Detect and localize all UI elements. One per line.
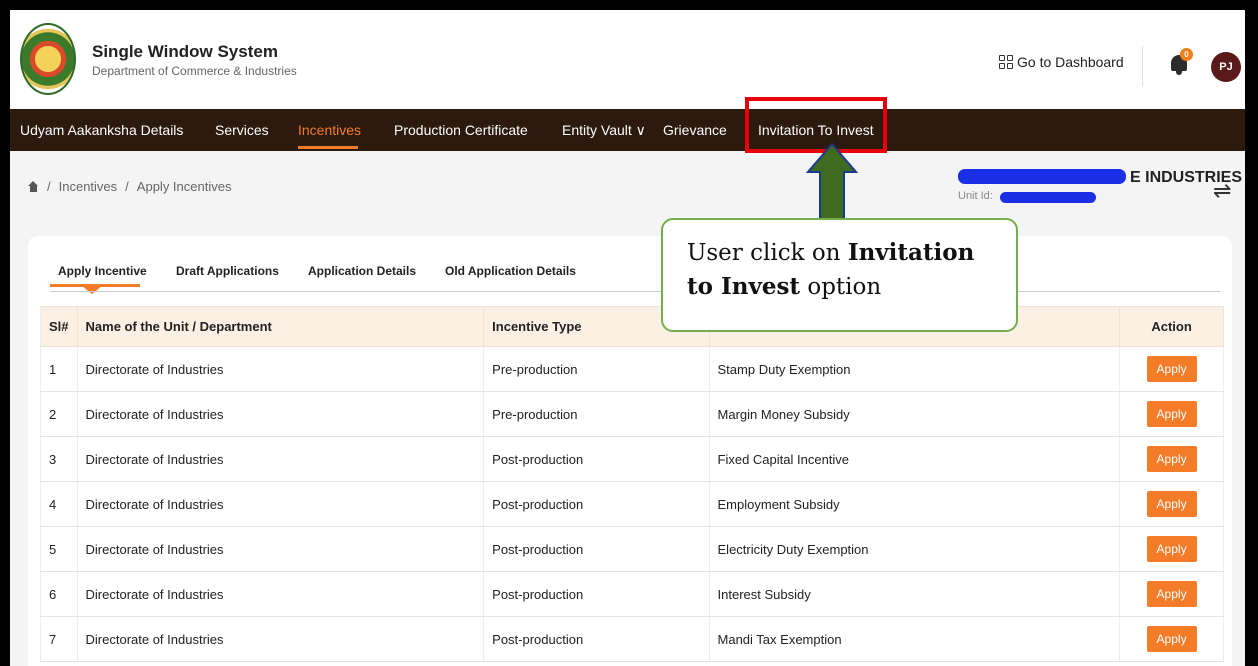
breadcrumb-apply-incentives: Apply Incentives <box>136 179 232 194</box>
notification-bell-icon[interactable]: 0 <box>1168 48 1193 78</box>
nav-grievance[interactable]: Grievance <box>663 122 727 138</box>
cell-sl: 5 <box>40 526 78 572</box>
cell-incentive-name: Margin Money Subsidy <box>709 391 1121 437</box>
main-nav: Udyam Aakanksha Details Services Incenti… <box>10 109 1245 151</box>
cell-action: Apply <box>1119 526 1224 572</box>
cell-action: Apply <box>1119 436 1224 482</box>
cell-incentive-name: Fixed Capital Incentive <box>709 436 1121 482</box>
apply-button[interactable]: Apply <box>1146 446 1197 472</box>
cell-action: Apply <box>1119 571 1224 617</box>
table-header-row: Sl# Name of the Unit / Department Incent… <box>40 306 1224 347</box>
cell-unit: Directorate of Industries <box>77 571 485 617</box>
cell-incentive-type: Post-production <box>483 481 710 527</box>
cell-incentive-name: Mandi Tax Exemption <box>709 616 1121 662</box>
browser-frame: Single Window System Department of Comme… <box>10 10 1245 666</box>
apply-button[interactable]: Apply <box>1146 491 1197 517</box>
cell-sl: 3 <box>40 436 78 482</box>
col-sl: Sl# <box>40 306 78 347</box>
dashboard-link-label: Go to Dashboard <box>1017 54 1124 70</box>
cell-incentive-type: Post-production <box>483 526 710 572</box>
cell-sl: 7 <box>40 616 78 662</box>
apply-button[interactable]: Apply <box>1146 626 1197 652</box>
table-row: 5 Directorate of Industries Post-productio… <box>40 526 1224 572</box>
cell-sl: 6 <box>40 571 78 617</box>
cell-sl: 2 <box>40 391 78 437</box>
up-arrow-icon <box>806 142 858 221</box>
table-row: 4 Directorate of Industries Post-productio… <box>40 481 1224 527</box>
cell-incentive-name: Interest Subsidy <box>709 571 1121 617</box>
cell-incentive-type: Post-production <box>483 436 710 482</box>
cell-unit: Directorate of Industries <box>77 526 485 572</box>
tab-application-details[interactable]: Application Details <box>308 264 416 278</box>
active-tab-caret <box>82 286 102 294</box>
apply-button[interactable]: Apply <box>1146 401 1197 427</box>
swap-unit-icon[interactable]: ⇌ <box>1213 178 1231 204</box>
tab-divider <box>50 291 1220 292</box>
table-row: 7 Directorate of Industries Post-productio… <box>40 616 1224 662</box>
app-subtitle: Department of Commerce & Industries <box>92 64 297 78</box>
nav-services[interactable]: Services <box>215 122 269 138</box>
incentives-table: Sl# Name of the Unit / Department Incent… <box>40 306 1224 662</box>
apply-button[interactable]: Apply <box>1146 536 1197 562</box>
table-row: 2 Directorate of Industries Pre-production… <box>40 391 1224 437</box>
cell-incentive-name: Electricity Duty Exemption <box>709 526 1121 572</box>
nav-entity-vault[interactable]: Entity Vault ∨ <box>562 122 646 139</box>
cell-incentive-type: Post-production <box>483 616 710 662</box>
home-icon[interactable] <box>28 181 39 192</box>
tab-old-application-details[interactable]: Old Application Details <box>445 264 576 278</box>
go-to-dashboard-link[interactable]: Go to Dashboard <box>999 54 1124 70</box>
unit-id-label: Unit Id: <box>958 190 993 202</box>
cell-incentive-name: Stamp Duty Exemption <box>709 346 1121 392</box>
app-title: Single Window System <box>92 42 278 61</box>
cell-incentive-type: Pre-production <box>483 391 710 437</box>
table-row: 3 Directorate of Industries Post-productio… <box>40 436 1224 482</box>
incentives-card: Apply Incentive Draft Applications Appli… <box>28 236 1232 666</box>
cell-incentive-name: Employment Subsidy <box>709 481 1121 527</box>
tab-apply-incentive[interactable]: Apply Incentive <box>58 264 147 278</box>
cell-sl: 4 <box>40 481 78 527</box>
breadcrumb-incentives[interactable]: Incentives <box>59 179 118 194</box>
entity-name-redaction <box>958 169 1126 184</box>
table-row: 1 Directorate of Industries Pre-production… <box>40 346 1224 392</box>
cell-unit: Directorate of Industries <box>77 391 485 437</box>
cell-action: Apply <box>1119 346 1224 392</box>
col-action: Action <box>1119 306 1224 347</box>
table-row: 6 Directorate of Industries Post-productio… <box>40 571 1224 617</box>
cell-action: Apply <box>1119 481 1224 527</box>
nav-incentives[interactable]: Incentives <box>298 122 361 138</box>
nav-udyam-aakanksha[interactable]: Udyam Aakanksha Details <box>20 122 183 138</box>
cell-action: Apply <box>1119 391 1224 437</box>
cell-sl: 1 <box>40 346 78 392</box>
cell-incentive-type: Pre-production <box>483 346 710 392</box>
header-divider <box>1142 46 1143 86</box>
breadcrumb: / Incentives / Apply Incentives <box>28 179 231 194</box>
nav-active-underline <box>298 146 358 149</box>
cell-unit: Directorate of Industries <box>77 616 485 662</box>
user-avatar[interactable]: PJ <box>1211 52 1241 82</box>
state-emblem-logo <box>20 23 76 95</box>
apply-button[interactable]: Apply <box>1146 581 1197 607</box>
col-unit-department: Name of the Unit / Department <box>76 306 485 347</box>
cell-unit: Directorate of Industries <box>77 481 485 527</box>
cell-unit: Directorate of Industries <box>77 436 485 482</box>
dashboard-grid-icon <box>999 55 1013 69</box>
tab-draft-applications[interactable]: Draft Applications <box>176 264 279 278</box>
cell-unit: Directorate of Industries <box>77 346 485 392</box>
app-header: Single Window System Department of Comme… <box>10 10 1245 109</box>
apply-button[interactable]: Apply <box>1146 356 1197 382</box>
annotation-callout: User click on Invitation to Invest optio… <box>661 218 1018 332</box>
cell-action: Apply <box>1119 616 1224 662</box>
notification-badge: 0 <box>1180 48 1193 61</box>
cell-incentive-type: Post-production <box>483 571 710 617</box>
unit-id-redaction <box>1000 192 1096 203</box>
nav-production-certificate[interactable]: Production Certificate <box>394 122 528 138</box>
